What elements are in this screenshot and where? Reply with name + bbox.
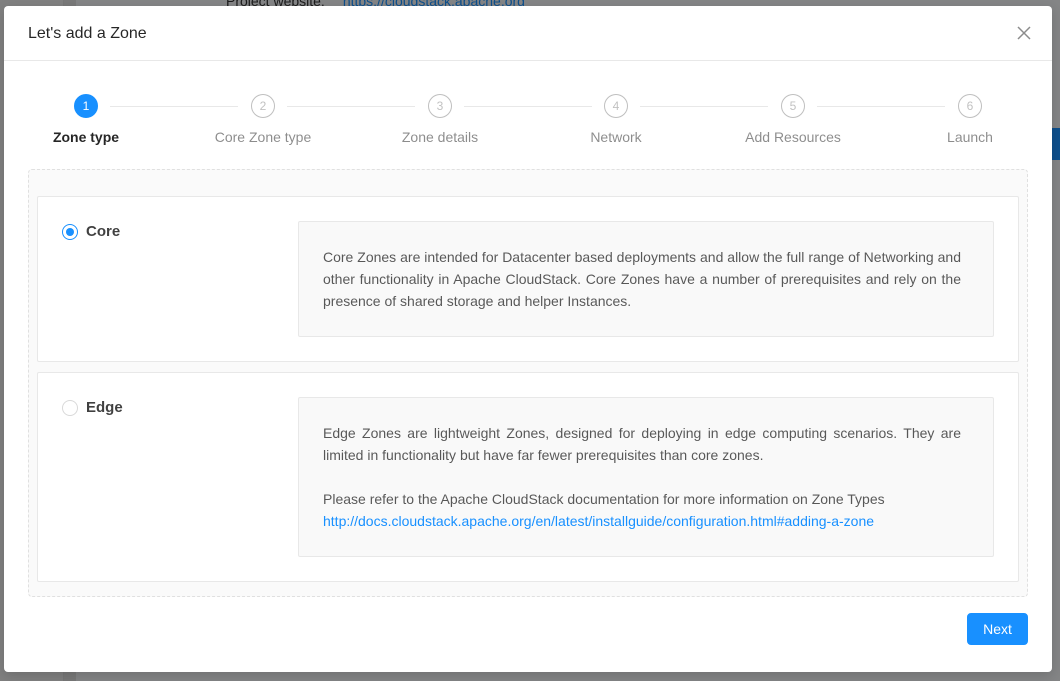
step-core-zone-type: 2 Core Zone type <box>193 94 333 147</box>
core-description: Core Zones are intended for Datacenter b… <box>323 249 961 309</box>
edge-radio-button[interactable] <box>62 399 78 416</box>
docs-link[interactable]: http://docs.cloudstack.apache.org/en/lat… <box>323 513 874 529</box>
add-zone-modal: Let's add a Zone 1 Zone type 2 Core Zone… <box>4 6 1052 672</box>
edge-radio-label[interactable]: Edge <box>86 399 123 416</box>
step-number: 4 <box>604 94 628 118</box>
step-number: 6 <box>958 94 982 118</box>
edge-description-box: Edge Zones are lightweight Zones, design… <box>298 397 994 557</box>
step-label: Zone details <box>401 129 479 145</box>
edge-description: Edge Zones are lightweight Zones, design… <box>323 425 961 463</box>
edge-doc-text: Please refer to the Apache CloudStack do… <box>323 491 885 507</box>
step-label: Zone type <box>52 129 120 145</box>
wizard-steps: 1 Zone type 2 Core Zone type 3 Zone deta… <box>4 94 1052 154</box>
modal-title: Let's add a Zone <box>28 25 147 42</box>
edge-zone-card[interactable]: Edge Edge Zones are lightweight Zones, d… <box>37 372 1019 582</box>
step-number: 2 <box>251 94 275 118</box>
step-zone-type: 1 Zone type <box>16 94 156 147</box>
zone-type-options: Core Core Zones are intended for Datacen… <box>28 169 1028 597</box>
step-number: 3 <box>428 94 452 118</box>
edge-doc-paragraph: Please refer to the Apache CloudStack do… <box>323 488 961 532</box>
step-label: Core Zone type <box>214 129 312 145</box>
core-description-box: Core Zones are intended for Datacenter b… <box>298 221 994 337</box>
step-network: 4 Network <box>546 94 686 147</box>
close-icon[interactable] <box>1014 23 1034 43</box>
step-launch: 6 Launch <box>900 94 1040 147</box>
step-label: Add Resources <box>745 129 841 145</box>
next-button[interactable]: Next <box>967 613 1028 645</box>
step-number: 5 <box>781 94 805 118</box>
step-zone-details: 3 Zone details <box>370 94 510 147</box>
core-radio-label[interactable]: Core <box>86 223 120 240</box>
core-radio-button[interactable] <box>62 223 78 240</box>
core-zone-card[interactable]: Core Core Zones are intended for Datacen… <box>37 196 1019 362</box>
step-label: Network <box>590 129 642 145</box>
core-radio-option[interactable]: Core <box>62 223 120 240</box>
edge-radio-option[interactable]: Edge <box>62 399 123 416</box>
modal-header: Let's add a Zone <box>4 6 1052 61</box>
step-number: 1 <box>74 94 98 118</box>
step-add-resources: 5 Add Resources <box>723 94 863 147</box>
step-label: Launch <box>947 129 993 145</box>
